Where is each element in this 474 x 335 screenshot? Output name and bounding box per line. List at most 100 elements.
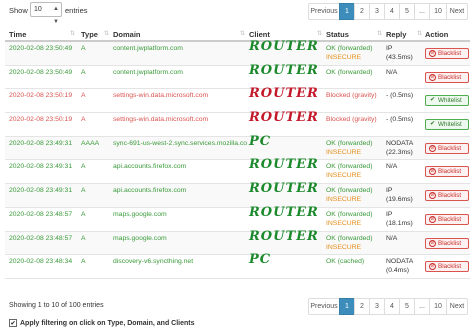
blacklist-button[interactable]: ⊘ Blacklist [425, 48, 469, 59]
header-reply[interactable]: Reply ⇅ [386, 30, 422, 39]
cell-client[interactable]: ROUTER [249, 182, 319, 195]
pagination-bottom: Previous 1 2 3 4 5 ... 10 Next [308, 298, 468, 315]
pagination-page-3[interactable]: 3 [369, 298, 385, 315]
cell-client[interactable]: ROUTER [249, 158, 319, 171]
cell-type[interactable]: A [81, 211, 86, 219]
cell-reply: NODATA [386, 139, 414, 147]
pagination-page-2[interactable]: 2 [354, 3, 370, 20]
entries-per-page-select[interactable]: 10 ▲ ▼ [30, 2, 62, 25]
cell-status: OK (forwarded) [326, 163, 373, 171]
cell-reply-time: (19.6ms) [386, 196, 413, 204]
cell-type[interactable]: AAAA [81, 140, 99, 148]
action-label: Whitelist [438, 97, 462, 105]
pagination-page-4[interactable]: 4 [384, 3, 400, 20]
sort-icon: ⇅ [69, 31, 75, 37]
cell-status: Blocked (gravity) [326, 92, 377, 100]
cell-reply: N/A [386, 68, 398, 76]
cell-time: 2020-02-08 23:48:57 [9, 234, 73, 242]
pagination-page-10[interactable]: 10 [429, 3, 447, 20]
cell-time: 2020-02-08 23:48:34 [9, 258, 73, 266]
cell-status-dnssec: INSECURE [326, 219, 362, 227]
cell-client[interactable]: ROUTER [249, 87, 319, 100]
cell-client[interactable]: PC [249, 135, 271, 148]
ban-icon: ⊘ [429, 50, 436, 57]
pagination-page-1[interactable]: 1 [339, 298, 355, 315]
pagination-page-5[interactable]: 5 [399, 298, 415, 315]
pagination-page-4[interactable]: 4 [384, 298, 400, 315]
header-domain[interactable]: Domain ⇅ [113, 30, 245, 39]
cell-status: OK (forwarded) [326, 187, 373, 195]
show-label: Show [9, 6, 28, 15]
apply-filtering-label: Apply filtering on click on Type, Domain… [20, 319, 195, 327]
cell-domain[interactable]: sync-691-us-west-2.sync.services.mozilla… [113, 140, 247, 148]
cell-domain[interactable]: content.jwplatform.com [113, 69, 247, 77]
pagination-previous[interactable]: Previous [308, 298, 340, 315]
cell-type[interactable]: A [81, 258, 86, 266]
pagination-top: Previous 1 2 3 4 5 ... 10 Next [308, 3, 468, 20]
cell-status-dnssec: INSECURE [326, 243, 362, 251]
cell-domain[interactable]: discovery-v6.syncthing.net [113, 258, 247, 266]
ban-icon: ⊘ [429, 215, 436, 223]
cell-type[interactable]: A [81, 187, 86, 195]
table-header: Time ⇅ Type ⇅ Domain ⇅ Client ⇅ Status ⇅ Repl… [5, 27, 470, 42]
cell-reply: - (0.5ms) [386, 116, 414, 124]
apply-filtering-option[interactable]: ✔ Apply filtering on click on Type, Doma… [9, 319, 195, 327]
cell-domain[interactable]: maps.google.com [113, 211, 247, 219]
table-row: 2020-02-08 23:49:31 Aapi.accounts.firefox… [5, 158, 470, 185]
sort-icon: ⇅ [103, 31, 109, 37]
cell-client[interactable]: ROUTER [249, 64, 319, 77]
cell-client[interactable]: ROUTER [249, 230, 319, 243]
cell-domain[interactable]: api.accounts.firefox.com [113, 163, 247, 171]
table-row: 2020-02-08 23:49:31 AAAA sync-691-us-west-… [5, 135, 470, 161]
sort-icon: ⇅ [239, 31, 245, 37]
entries-label: entries [65, 6, 88, 15]
pagination-page-5[interactable]: 5 [399, 3, 415, 20]
pagination-page-3[interactable]: 3 [369, 3, 385, 20]
cell-domain[interactable]: content.jwplatform.com [113, 45, 247, 53]
cell-reply-time: (18.1ms) [386, 219, 413, 227]
header-client[interactable]: Client ⇅ [249, 30, 322, 39]
cell-client[interactable]: PC [249, 253, 271, 266]
blacklist-button[interactable]: ⊘ Blacklist [425, 142, 469, 154]
action-label: Blacklist [438, 168, 462, 176]
pagination-page-10[interactable]: 10 [429, 298, 447, 315]
cell-domain[interactable]: settings-win.data.microsoft.com [113, 116, 247, 124]
cell-type[interactable]: A [81, 69, 86, 77]
header-type[interactable]: Type ⇅ [81, 30, 109, 39]
cell-type[interactable]: A [81, 163, 86, 171]
pagination-page-2[interactable]: 2 [354, 298, 370, 315]
header-status[interactable]: Status ⇅ [326, 30, 382, 39]
pagination-page-1[interactable]: 1 [339, 3, 355, 20]
pagination-previous[interactable]: Previous [308, 3, 340, 20]
cell-type[interactable]: A [81, 45, 86, 53]
blacklist-button[interactable]: ⊘ Blacklist [425, 213, 469, 225]
cell-time: 2020-02-08 23:48:57 [9, 210, 73, 218]
table-row: 2020-02-08 23:49:31 Aapi.accounts.firefox… [5, 182, 470, 208]
cell-domain[interactable]: settings-win.data.microsoft.com [113, 92, 247, 100]
blacklist-button[interactable]: ⊘ Blacklist [425, 237, 469, 249]
blacklist-button[interactable]: ⊘ Blacklist [425, 166, 469, 178]
cell-domain[interactable]: maps.google.com [113, 235, 247, 243]
header-time[interactable]: Time ⇅ [9, 30, 75, 39]
blacklist-button[interactable]: ⊘ Blacklist [425, 261, 469, 273]
cell-client[interactable]: ROUTER [249, 111, 319, 124]
whitelist-button[interactable]: ✔ Whitelist [425, 95, 469, 107]
apply-filtering-checkbox[interactable]: ✔ [9, 319, 17, 327]
cell-time: 2020-02-08 23:50:49 [9, 45, 73, 52]
pagination-next[interactable]: Next [446, 298, 468, 315]
table-row: 2020-02-08 23:48:57 Amaps.google.com ROUTE… [5, 230, 470, 256]
pagination-next[interactable]: Next [446, 3, 468, 20]
blacklist-button[interactable]: ⊘ Blacklist [425, 71, 469, 83]
cell-domain[interactable]: api.accounts.firefox.com [113, 187, 247, 195]
action-label: Blacklist [438, 144, 462, 152]
cell-type[interactable]: A [81, 235, 86, 243]
cell-client[interactable]: ROUTER [249, 206, 319, 219]
cell-type[interactable]: A [81, 92, 86, 100]
ban-icon: ⊘ [429, 239, 436, 247]
blacklist-button[interactable]: ⊘ Blacklist [425, 190, 469, 202]
cell-client[interactable]: ROUTER [249, 40, 319, 53]
cell-type[interactable]: A [81, 116, 86, 124]
pagination-ellipsis: ... [414, 298, 430, 315]
cell-status: OK (cached) [326, 258, 365, 266]
whitelist-button[interactable]: ✔ Whitelist [425, 119, 469, 131]
